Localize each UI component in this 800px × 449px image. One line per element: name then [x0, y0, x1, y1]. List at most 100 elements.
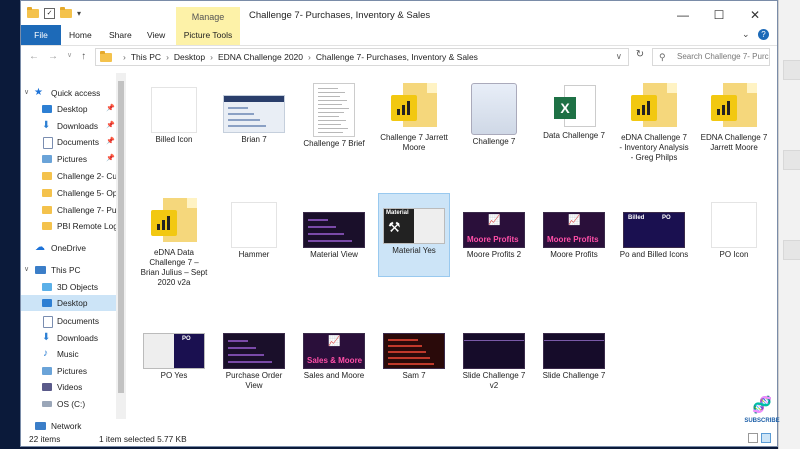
- details-view-button[interactable]: [748, 433, 758, 443]
- nav-pc-documents[interactable]: Documents: [21, 313, 116, 329]
- expand-ribbon-icon[interactable]: ⌄: [742, 29, 750, 39]
- help-icon[interactable]: ?: [758, 29, 769, 40]
- pin-icon[interactable]: 📌: [106, 118, 115, 134]
- nav-quick-challenge2[interactable]: Challenge 2- Cu: [21, 168, 116, 184]
- pin-icon[interactable]: 📌: [106, 134, 115, 150]
- file-item[interactable]: Slide Challenge 7 v2: [459, 319, 529, 393]
- nav-onedrive[interactable]: ☁ OneDrive: [21, 240, 116, 256]
- nav-quick-challenge5[interactable]: Challenge 5- Op: [21, 185, 116, 201]
- excel-logo-icon: X: [554, 97, 576, 119]
- back-arrow-icon[interactable]: ←: [29, 51, 39, 62]
- logo-bar: [407, 101, 410, 115]
- document-thumbnail: [313, 83, 355, 137]
- search-placeholder: Search Challenge 7- Purchas...: [677, 52, 769, 61]
- nav-quick-pictures[interactable]: Pictures 📌: [21, 151, 116, 167]
- file-item[interactable]: Challenge 7 Jarrett Moore: [379, 83, 449, 157]
- file-item[interactable]: 📈 Sales & Moore Sales and Moore: [299, 319, 369, 393]
- nav-pc-desktop[interactable]: Desktop: [21, 295, 116, 311]
- nav-quick-pbi-remote[interactable]: PBI Remote Logi: [21, 218, 116, 234]
- document-line: [318, 120, 346, 121]
- file-item[interactable]: Sam 7: [379, 319, 449, 393]
- nav-pc-os-drive[interactable]: OS (C:): [21, 396, 116, 412]
- nav-pane-scrollbar[interactable]: [116, 73, 126, 419]
- file-item[interactable]: 📈 Moore Profits Moore Profits: [539, 198, 609, 272]
- nav-network[interactable]: Network: [21, 418, 116, 431]
- breadcrumb-current-folder[interactable]: Challenge 7- Purchases, Inventory & Sale…: [316, 52, 478, 62]
- address-row: ← → ∨ ↑ › This PC › Desktop › EDNA Chall…: [21, 47, 777, 69]
- logo-bar: [642, 105, 645, 115]
- document-line: [318, 88, 338, 89]
- file-item[interactable]: EDNA Challenge 7 Jarrett Moore: [699, 83, 769, 157]
- nav-quick-downloads[interactable]: ⬇ Downloads 📌: [21, 118, 116, 134]
- quick-access-toolbar: ✓ ▾: [27, 7, 81, 19]
- large-icons-view-button[interactable]: [761, 433, 771, 443]
- file-item[interactable]: Brian 7: [219, 83, 289, 157]
- file-item[interactable]: Material View: [299, 198, 369, 272]
- file-item[interactable]: X Data Challenge 7: [539, 83, 609, 157]
- nav-item-label: Desktop: [57, 298, 88, 308]
- file-name-label: Moore Profits: [550, 250, 598, 259]
- breadcrumb-desktop[interactable]: Desktop: [174, 52, 205, 62]
- nav-pc-videos[interactable]: Videos: [21, 379, 116, 395]
- file-item[interactable]: Challenge 7: [459, 83, 529, 157]
- breadcrumb-edna-challenge[interactable]: EDNA Challenge 2020: [218, 52, 303, 62]
- logo-bar: [727, 101, 730, 115]
- nav-pc-3d-objects[interactable]: 3D Objects: [21, 279, 116, 295]
- tab-file[interactable]: File: [21, 25, 61, 45]
- recent-chevron-icon[interactable]: ∨: [67, 51, 72, 62]
- customize-toolbar-icon[interactable]: ▾: [77, 9, 81, 18]
- logo-bar: [162, 220, 165, 230]
- tab-view[interactable]: View: [147, 25, 165, 45]
- thumbnail-line: [228, 354, 264, 356]
- folder-icon: [42, 206, 52, 214]
- file-item[interactable]: Challenge 7 Brief: [299, 83, 369, 157]
- file-name-label: Material View: [310, 250, 358, 259]
- search-input[interactable]: ⚲ Search Challenge 7- Purchas...: [652, 48, 770, 66]
- file-item[interactable]: PO Icon: [699, 198, 769, 272]
- pin-icon[interactable]: 📌: [106, 101, 115, 117]
- nav-quick-desktop[interactable]: Desktop 📌: [21, 101, 116, 117]
- new-folder-icon[interactable]: [60, 7, 72, 18]
- nav-item-label: Challenge 2- Cu: [57, 171, 116, 181]
- breadcrumb-this-pc[interactable]: This PC: [131, 52, 161, 62]
- file-item[interactable]: Purchase Order View: [219, 319, 289, 393]
- address-bar[interactable]: › This PC › Desktop › EDNA Challenge 202…: [95, 48, 629, 66]
- properties-check-icon[interactable]: ✓: [44, 8, 55, 19]
- nav-this-pc[interactable]: ∨ This PC: [21, 262, 116, 278]
- file-item[interactable]: Hammer: [219, 198, 289, 272]
- nav-quick-documents[interactable]: Documents 📌: [21, 134, 116, 150]
- file-item[interactable]: eDNA Challenge 7 - Inventory Analysis - …: [619, 83, 689, 162]
- address-dropdown-icon[interactable]: ∨: [616, 51, 622, 62]
- nav-onedrive-label: OneDrive: [51, 243, 87, 253]
- nav-pc-music[interactable]: ♪ Music: [21, 346, 116, 362]
- nav-quick-challenge7[interactable]: Challenge 7- Pu: [21, 202, 116, 218]
- nav-pc-downloads[interactable]: ⬇ Downloads: [21, 330, 116, 346]
- file-item[interactable]: Billed Icon: [139, 83, 209, 157]
- nav-item-label: 3D Objects: [57, 282, 99, 292]
- file-item[interactable]: Material ⚒ Material Yes: [378, 193, 450, 277]
- subscribe-badge[interactable]: 🧬 SUBSCRIBE: [742, 396, 782, 424]
- pin-icon[interactable]: 📌: [106, 151, 115, 167]
- tab-picture-tools[interactable]: Picture Tools: [176, 25, 240, 45]
- scrollbar-thumb[interactable]: [118, 81, 124, 393]
- forward-arrow-icon[interactable]: →: [48, 51, 58, 62]
- background-block: [783, 240, 800, 260]
- thumbnail-line: [308, 233, 344, 235]
- file-name-label: Material Yes: [392, 246, 436, 255]
- refresh-icon[interactable]: ↻: [631, 49, 649, 65]
- close-button[interactable]: ✕: [737, 5, 773, 25]
- tab-home[interactable]: Home: [69, 25, 92, 45]
- nav-quick-access[interactable]: ∨ ★ Quick access: [21, 85, 116, 101]
- tab-share[interactable]: Share: [109, 25, 132, 45]
- file-item[interactable]: eDNA Data Challenge 7 – Brian Julius – S…: [139, 198, 209, 287]
- file-name-label: Sales and Moore: [303, 371, 365, 380]
- file-item[interactable]: Billed PO Po and Billed Icons: [619, 198, 689, 272]
- file-item[interactable]: 📈 Moore Profits Moore Profits 2: [459, 198, 529, 272]
- file-item[interactable]: Slide Challenge 7: [539, 319, 609, 393]
- maximize-button[interactable]: ☐: [701, 5, 737, 25]
- file-item[interactable]: PO PO Yes: [139, 319, 209, 393]
- nav-pc-pictures[interactable]: Pictures: [21, 363, 116, 379]
- minimize-button[interactable]: —: [665, 5, 701, 25]
- cube-icon: [42, 283, 52, 291]
- up-arrow-icon[interactable]: ↑: [81, 51, 86, 62]
